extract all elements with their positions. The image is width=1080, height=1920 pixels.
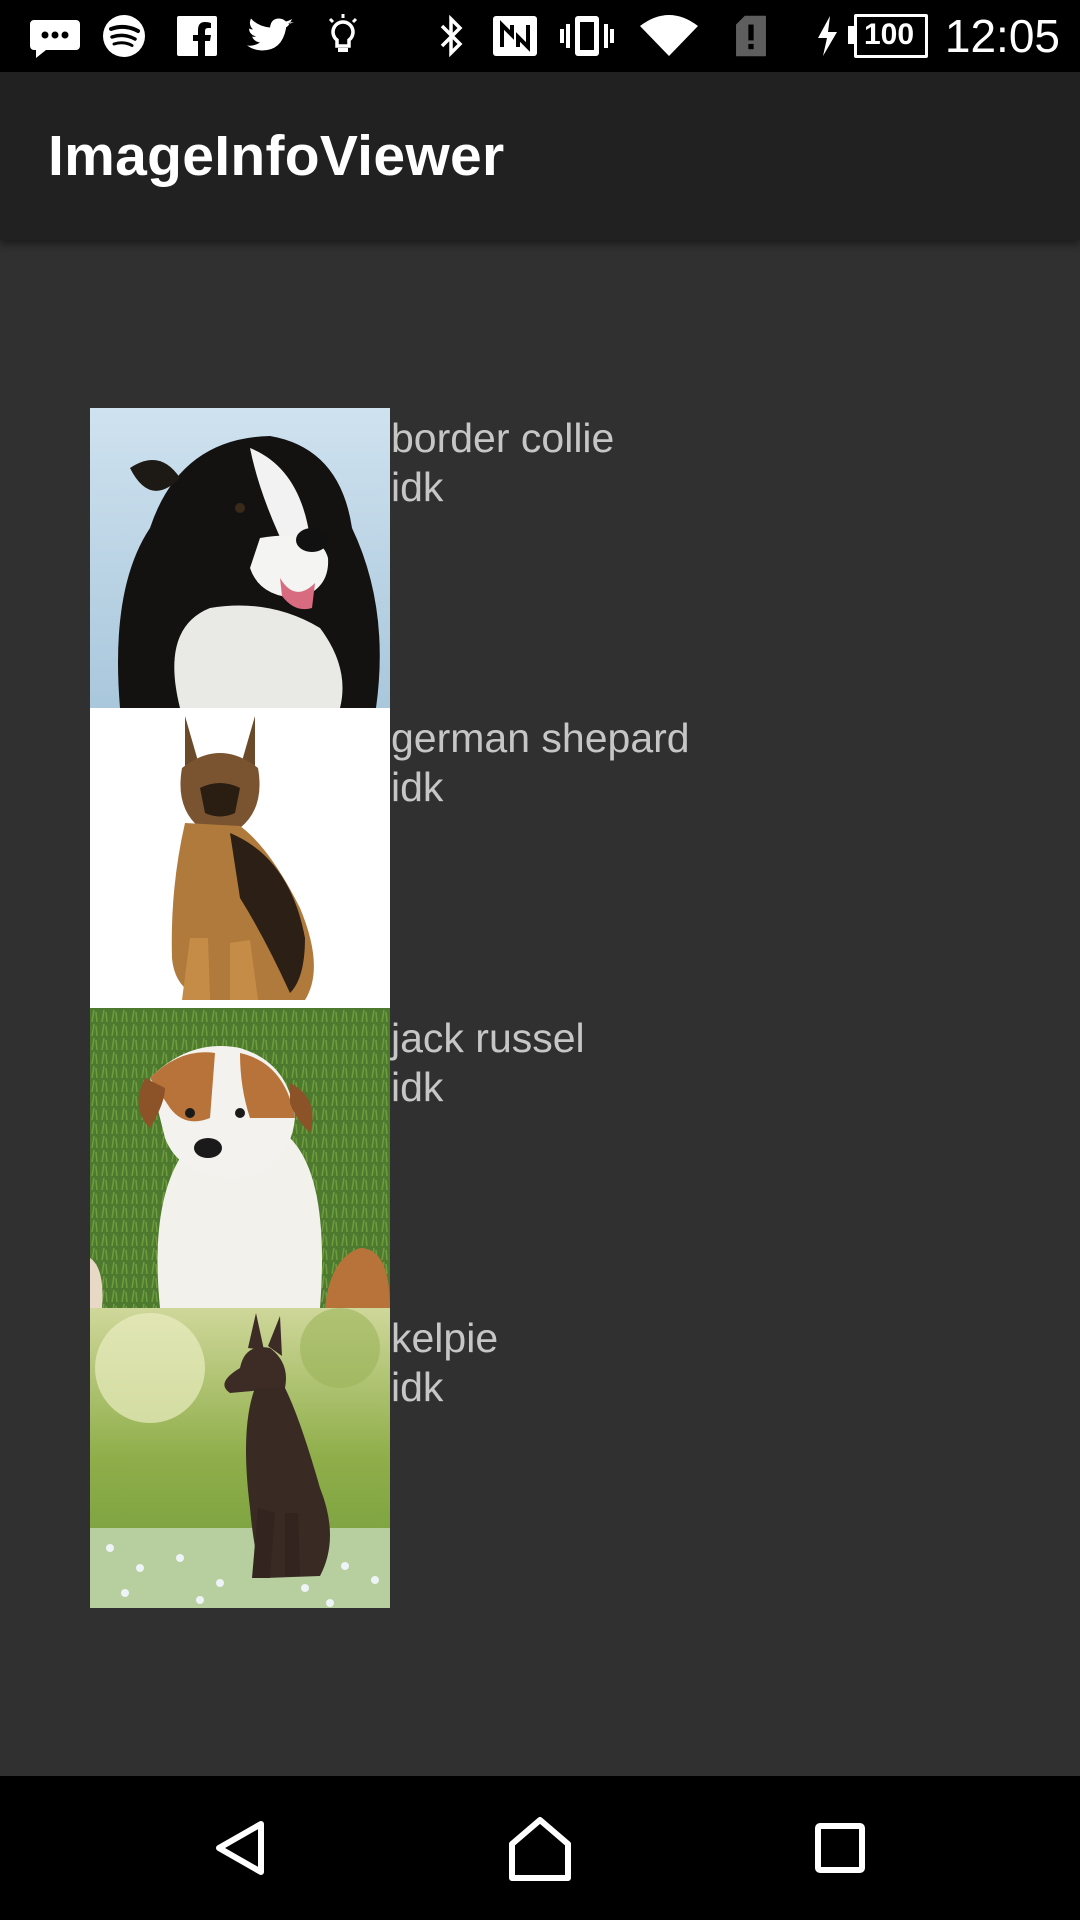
- back-icon[interactable]: [195, 1802, 287, 1894]
- wifi-icon: [640, 15, 698, 56]
- recents-icon[interactable]: [794, 1802, 886, 1894]
- lightbulb-icon: [328, 14, 358, 52]
- twitter-icon: [247, 18, 294, 51]
- status-clock: 12:05: [944, 10, 1060, 62]
- list-item-text: kelpie idk: [391, 1314, 498, 1412]
- list-item[interactable]: kelpie idk: [90, 1308, 990, 1608]
- navigation-bar: [0, 1776, 1080, 1920]
- item-info: idk: [391, 764, 444, 810]
- status-bar: 100 12:05: [0, 0, 1080, 72]
- item-name: border collie: [391, 415, 615, 461]
- vibrate-icon: [560, 16, 614, 56]
- list-item[interactable]: jack russel idk: [90, 1008, 990, 1308]
- item-name: german shepard: [391, 715, 690, 761]
- list-item[interactable]: german shepard idk: [90, 708, 990, 1008]
- app-bar: ImageInfoViewer: [0, 72, 1080, 240]
- list-item-text: border collie idk: [391, 414, 614, 512]
- facebook-icon: [177, 16, 217, 56]
- german-shepherd-photo: [90, 708, 390, 1008]
- item-info: idk: [391, 1064, 444, 1110]
- item-info: idk: [391, 464, 444, 510]
- chat-icon: [30, 20, 80, 58]
- battery-icon: 100: [848, 14, 928, 58]
- border-collie-photo: [90, 408, 390, 708]
- jack-russell-photo: [90, 1008, 390, 1308]
- app-title: ImageInfoViewer: [48, 124, 505, 188]
- nfc-icon: [493, 16, 537, 56]
- list-item[interactable]: border collie idk: [90, 408, 990, 708]
- spotify-icon: [103, 15, 145, 57]
- battery-level: 100: [864, 18, 915, 51]
- image-list: border collie idk german shepard idk jac…: [90, 408, 990, 1608]
- item-name: jack russel: [391, 1015, 585, 1061]
- kelpie-photo: [90, 1308, 390, 1608]
- bluetooth-icon: [440, 14, 463, 58]
- item-info: idk: [391, 1364, 444, 1410]
- sim-alert-icon: [736, 15, 766, 57]
- list-item-text: jack russel idk: [391, 1014, 585, 1112]
- charging-icon: [818, 16, 837, 56]
- list-item-text: german shepard idk: [391, 714, 690, 812]
- home-icon[interactable]: [494, 1802, 586, 1894]
- item-name: kelpie: [391, 1315, 499, 1361]
